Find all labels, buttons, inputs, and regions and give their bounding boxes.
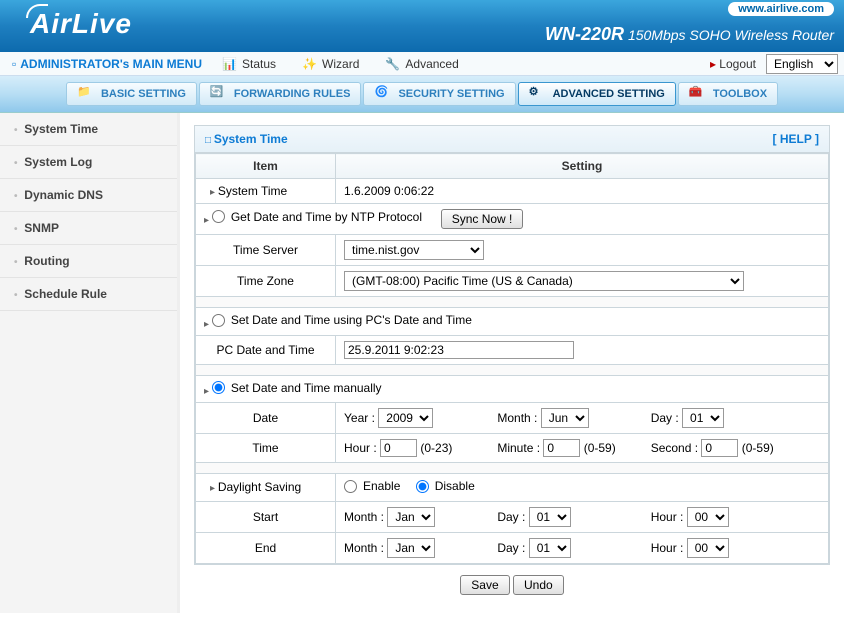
nav-wizard[interactable]: ✨Wizard [294, 57, 377, 71]
shield-icon: 🌀 [374, 85, 392, 103]
dst-start-label: Start [196, 501, 336, 532]
dst-end-day[interactable]: 01 [529, 538, 571, 558]
content-area: System Time [ HELP ] Item Setting System… [180, 113, 844, 613]
undo-button[interactable]: Undo [513, 575, 564, 595]
help-link[interactable]: [ HELP ] [773, 132, 819, 146]
gear-icon: ⚙ [529, 85, 547, 103]
admin-main-menu[interactable]: ADMINISTRATOR's MAIN MENU [0, 57, 214, 71]
tab-forwarding-rules[interactable]: 🔄FORWARDING RULES [199, 82, 362, 106]
month-select[interactable]: Jun [541, 408, 589, 428]
dst-end-month[interactable]: Jan [387, 538, 435, 558]
brand-logo: AirLive [30, 8, 132, 40]
dst-start-day[interactable]: 01 [529, 507, 571, 527]
language-select-wrap: English [766, 54, 838, 74]
col-setting-header: Setting [336, 154, 829, 179]
system-time-value: 1.6.2009 0:06:22 [336, 179, 829, 204]
manual-radio[interactable] [212, 381, 225, 394]
folder-icon: 📁 [77, 85, 95, 103]
forward-icon: 🔄 [210, 85, 228, 103]
language-select[interactable]: English [766, 54, 838, 74]
manual-mode-row[interactable]: Set Date and Time manually [212, 381, 382, 395]
tab-toolbox[interactable]: 🧰TOOLBOX [678, 82, 778, 106]
time-server-select[interactable]: time.nist.gov [344, 240, 484, 260]
nav-status[interactable]: 📊Status [214, 57, 294, 71]
tab-basic-setting[interactable]: 📁BASIC SETTING [66, 82, 197, 106]
sidebar: System Time System Log Dynamic DNS SNMP … [0, 113, 180, 613]
minute-input[interactable] [543, 439, 580, 457]
dst-start-hour[interactable]: 00 [687, 507, 729, 527]
sidebar-item-dynamic-dns[interactable]: Dynamic DNS [0, 179, 177, 212]
ntp-mode-row[interactable]: Get Date and Time by NTP Protocol [212, 210, 422, 224]
system-time-label: System Time [196, 179, 336, 204]
dst-start-month[interactable]: Jan [387, 507, 435, 527]
dst-enable-radio[interactable] [344, 480, 357, 493]
hour-input[interactable] [380, 439, 417, 457]
date-label: Date [196, 403, 336, 434]
sidebar-item-schedule-rule[interactable]: Schedule Rule [0, 278, 177, 311]
wizard-icon: ✨ [302, 57, 317, 71]
time-zone-label: Time Zone [196, 266, 336, 297]
logout-link[interactable]: Logout [700, 57, 766, 71]
dst-end-hour[interactable]: 00 [687, 538, 729, 558]
sidebar-item-system-time[interactable]: System Time [0, 113, 177, 146]
dst-enable-row[interactable]: Enable [344, 479, 400, 493]
top-menubar: ADMINISTRATOR's MAIN MENU 📊Status ✨Wizar… [0, 52, 844, 76]
time-server-label: Time Server [196, 235, 336, 266]
second-input[interactable] [701, 439, 738, 457]
sidebar-item-snmp[interactable]: SNMP [0, 212, 177, 245]
ntp-radio[interactable] [212, 210, 225, 223]
year-select[interactable]: 2009 [378, 408, 433, 428]
model-tagline: WN-220R 150Mbps SOHO Wireless Router [545, 24, 834, 45]
nav-advanced[interactable]: 🔧Advanced [377, 57, 476, 71]
header-banner: AirLive www.airlive.com WN-220R 150Mbps … [0, 0, 844, 52]
pc-datetime-label: PC Date and Time [196, 335, 336, 364]
dst-disable-radio[interactable] [416, 480, 429, 493]
pc-radio[interactable] [212, 314, 225, 327]
tab-security-setting[interactable]: 🌀SECURITY SETTING [363, 82, 515, 106]
toolbox-icon: 🧰 [689, 85, 707, 103]
time-zone-select[interactable]: (GMT-08:00) Pacific Time (US & Canada) [344, 271, 744, 291]
pc-datetime-input[interactable] [344, 341, 574, 359]
tab-advanced-setting[interactable]: ⚙ADVANCED SETTING [518, 82, 676, 106]
advanced-icon: 🔧 [385, 57, 400, 71]
sync-now-button[interactable]: Sync Now ! [441, 209, 524, 229]
sidebar-item-system-log[interactable]: System Log [0, 146, 177, 179]
status-icon: 📊 [222, 57, 237, 71]
time-label: Time [196, 434, 336, 463]
day-select[interactable]: 01 [682, 408, 724, 428]
dst-disable-row[interactable]: Disable [416, 479, 475, 493]
dst-end-label: End [196, 532, 336, 563]
tab-strip: 📁BASIC SETTING 🔄FORWARDING RULES 🌀SECURI… [0, 76, 844, 113]
vendor-url-pill[interactable]: www.airlive.com [728, 2, 834, 16]
col-item-header: Item [196, 154, 336, 179]
dst-label: Daylight Saving [196, 474, 336, 502]
sidebar-item-routing[interactable]: Routing [0, 245, 177, 278]
pc-mode-row[interactable]: Set Date and Time using PC's Date and Ti… [212, 313, 472, 327]
action-bar: Save Undo [194, 565, 830, 597]
system-time-panel: System Time [ HELP ] Item Setting System… [194, 125, 830, 565]
save-button[interactable]: Save [460, 575, 509, 595]
panel-title: System Time [205, 132, 288, 146]
